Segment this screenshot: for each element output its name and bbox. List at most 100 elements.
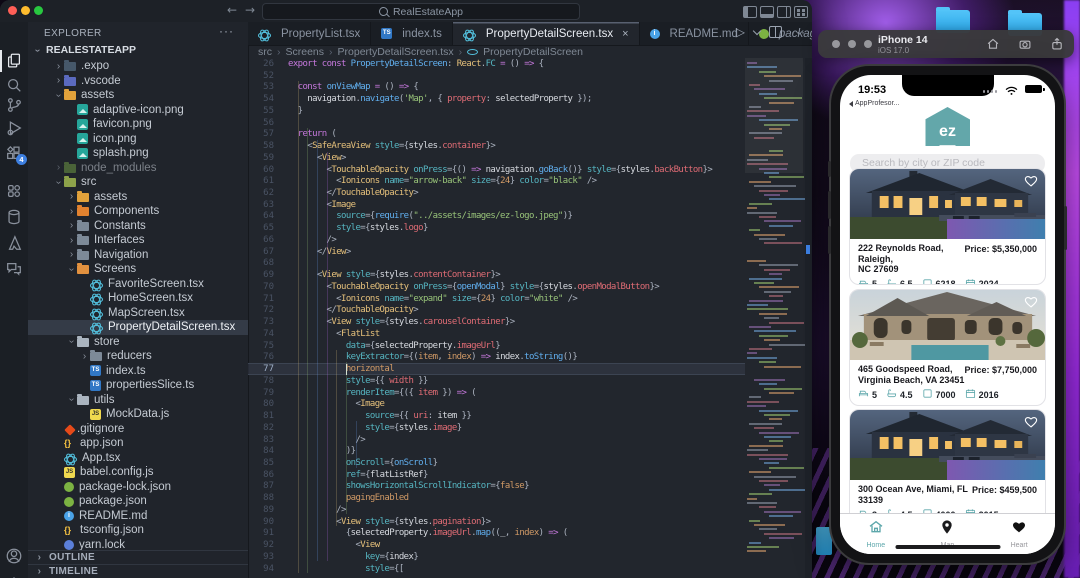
extensions-icon[interactable]: 4	[5, 144, 23, 162]
run-file-icon[interactable]: ▷	[736, 25, 745, 39]
run-options-chevron-icon[interactable]	[753, 26, 761, 34]
editor-scrollbar[interactable]	[805, 58, 812, 578]
tab-propertylist-tsx[interactable]: PropertyList.tsx	[248, 22, 371, 45]
minimap-slider[interactable]	[745, 58, 803, 173]
code-line-54[interactable]: 54 navigation.navigate('Map', { property…	[248, 93, 745, 105]
tree-item-reducers[interactable]: ›reducers	[28, 349, 248, 364]
tree-item-mapscreen-tsx[interactable]: ›MapScreen.tsx	[28, 306, 248, 321]
explorer-more-actions-icon[interactable]: ···	[219, 24, 234, 38]
tree-item-favicon-png[interactable]: ›favicon.png	[28, 117, 248, 132]
listing-card[interactable]: 222 Reynolds Road, Raleigh,NC 27609Price…	[849, 168, 1046, 285]
listing-card[interactable]: 465 Goodspeed Road,Virginia Beach, VA 23…	[849, 289, 1046, 406]
code-line-26[interactable]: 26export const PropertyDetailScreen: Rea…	[248, 58, 745, 70]
tree-item-homescreen-tsx[interactable]: ›HomeScreen.tsx	[28, 291, 248, 306]
history-forward-button[interactable]: →	[245, 3, 255, 17]
code-line-86[interactable]: 86 ref={flatListRef}	[248, 469, 745, 481]
source-control-icon[interactable]	[5, 96, 23, 114]
code-line-81[interactable]: 81 source={{ uri: item }}	[248, 410, 745, 422]
outline-panel-header[interactable]: › OUTLINE	[28, 550, 248, 564]
code-line-55[interactable]: 55 }	[248, 105, 745, 117]
simulator-window-control[interactable]	[864, 40, 872, 48]
code-line-73[interactable]: 73 <View style={styles.carouselContainer…	[248, 316, 745, 328]
code-editor[interactable]: 26export const PropertyDetailScreen: Rea…	[248, 58, 745, 578]
favorite-heart-icon[interactable]	[1023, 174, 1039, 189]
code-line-79[interactable]: 79 renderItem={({ item }) => (	[248, 387, 745, 399]
code-line-59[interactable]: 59 <View>	[248, 152, 745, 164]
code-line-68[interactable]: 68	[248, 258, 745, 270]
tree-item-mockdata-js[interactable]: ›MockData.js	[28, 407, 248, 422]
simulator-window-control[interactable]	[832, 40, 840, 48]
close-tab-icon[interactable]: ×	[622, 28, 628, 40]
tree-item-favoritescreen-tsx[interactable]: ›FavoriteScreen.tsx	[28, 277, 248, 292]
code-line-91[interactable]: 91 {selectedProperty.imageUrl.map((_, in…	[248, 528, 745, 540]
history-back-button[interactable]: ←	[227, 3, 237, 17]
tree-item-adaptive-icon-png[interactable]: ›adaptive-icon.png	[28, 103, 248, 118]
maximize-window-button[interactable]	[34, 6, 43, 15]
code-line-77[interactable]: 77 horizontal	[248, 363, 745, 375]
breadcrumb-item[interactable]: src	[258, 46, 272, 58]
tree-item-vscode[interactable]: ›.vscode	[28, 74, 248, 89]
home-indicator[interactable]	[895, 545, 1000, 549]
code-line-52[interactable]: 52	[248, 70, 745, 82]
tree-item-components[interactable]: ›Components	[28, 204, 248, 219]
tree-item-assets[interactable]: ›assets	[28, 88, 248, 103]
code-line-78[interactable]: 78 style={{ width }}	[248, 375, 745, 387]
code-line-65[interactable]: 65 style={styles.logo}	[248, 222, 745, 234]
tree-item-gitignore[interactable]: ›.gitignore	[28, 422, 248, 437]
code-line-62[interactable]: 62 </TouchableOpacity>	[248, 187, 745, 199]
code-line-56[interactable]: 56	[248, 117, 745, 129]
workspace-root-row[interactable]: › REALESTATEAPP	[28, 42, 248, 58]
code-line-70[interactable]: 70 <TouchableOpacity onPress={openModal}…	[248, 281, 745, 293]
code-line-93[interactable]: 93 key={index}	[248, 551, 745, 563]
tree-item-propertydetailscreen-tsx[interactable]: ›PropertyDetailScreen.tsx	[28, 320, 248, 335]
tree-item-babel-config-js[interactable]: ›babel.config.js	[28, 465, 248, 480]
code-line-90[interactable]: 90 <View style={styles.pagination}>	[248, 516, 745, 528]
back-to-app-indicator[interactable]: AppProfesor...	[849, 100, 899, 107]
code-line-61[interactable]: 61 <Ionicons name="arrow-back" size={24}…	[248, 175, 745, 187]
listing-card[interactable]: 300 Ocean Ave, Miami, FL33139Price: $459…	[849, 409, 1046, 526]
tab-readme-md[interactable]: README.md	[640, 22, 749, 45]
tree-item-assets[interactable]: ›assets	[28, 190, 248, 205]
code-line-66[interactable]: 66 />	[248, 234, 745, 246]
code-line-85[interactable]: 85 onScroll={onScroll}	[248, 457, 745, 469]
tree-item-store[interactable]: ›store	[28, 335, 248, 350]
split-editor-icon[interactable]	[769, 26, 782, 38]
tree-item-readme-md[interactable]: ›README.md	[28, 509, 248, 524]
tree-item-interfaces[interactable]: ›Interfaces	[28, 233, 248, 248]
tree-item-screens[interactable]: ›Screens	[28, 262, 248, 277]
tree-item-package-lock-json[interactable]: ›package-lock.json	[28, 480, 248, 495]
code-line-72[interactable]: 72 </TouchableOpacity>	[248, 305, 745, 317]
phone-tab-home[interactable]: Home	[851, 519, 901, 549]
minimize-window-button[interactable]	[21, 6, 30, 15]
code-line-57[interactable]: 57 return (	[248, 128, 745, 140]
breadcrumb[interactable]: src›Screens›PropertyDetailScreen.tsx›Pro…	[258, 45, 583, 58]
tree-item-utils[interactable]: ›utils	[28, 393, 248, 408]
code-line-71[interactable]: 71 <Ionicons name="expand" size={24} col…	[248, 293, 745, 305]
tree-item-tsconfig-json[interactable]: ›tsconfig.json	[28, 523, 248, 538]
toggle-secondary-sidebar-icon[interactable]	[777, 6, 791, 18]
tree-item-src[interactable]: ›src	[28, 175, 248, 190]
simulator-window-control[interactable]	[848, 40, 856, 48]
code-line-74[interactable]: 74 <FlatList	[248, 328, 745, 340]
code-line-69[interactable]: 69 <View style={styles.contentContainer}…	[248, 269, 745, 281]
extension-grid-icon[interactable]	[5, 182, 23, 200]
breadcrumb-item[interactable]: PropertyDetailScreen.tsx	[338, 46, 454, 58]
code-line-84[interactable]: 84 )}	[248, 445, 745, 457]
tree-item-constants[interactable]: ›Constants	[28, 219, 248, 234]
close-window-button[interactable]	[8, 6, 17, 15]
code-line-87[interactable]: 87 showsHorizontalScrollIndicator={false…	[248, 481, 745, 493]
code-line-76[interactable]: 76 keyExtractor={(item, index) => index.…	[248, 352, 745, 364]
simulator-screenshot-icon[interactable]	[1018, 37, 1032, 51]
code-line-63[interactable]: 63 <Image	[248, 199, 745, 211]
customize-layout-icon[interactable]	[794, 6, 808, 18]
code-line-94[interactable]: 94 style={[	[248, 563, 745, 575]
code-line-64[interactable]: 64 source={require("../assets/images/ez-…	[248, 211, 745, 223]
code-line-88[interactable]: 88 pagingEnabled	[248, 492, 745, 504]
tree-item-icon-png[interactable]: ›icon.png	[28, 132, 248, 147]
breadcrumb-item[interactable]: PropertyDetailScreen	[483, 46, 583, 58]
tab-index-ts[interactable]: index.ts	[371, 22, 453, 45]
chat-extension-icon[interactable]	[5, 260, 23, 278]
tree-item-index-ts[interactable]: ›index.ts	[28, 364, 248, 379]
run-debug-icon[interactable]	[5, 119, 23, 137]
tree-item-expo[interactable]: ›.expo	[28, 59, 248, 74]
